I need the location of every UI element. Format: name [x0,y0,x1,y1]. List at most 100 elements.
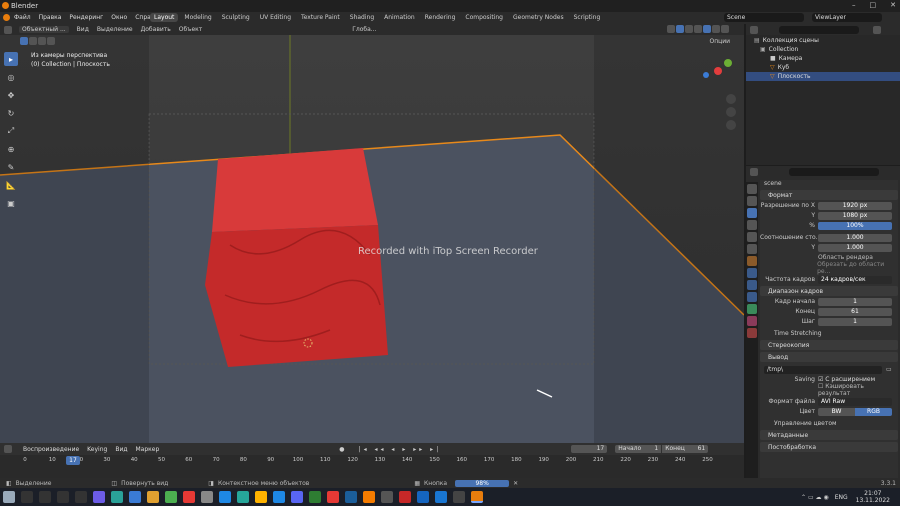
3d-viewport[interactable]: Из камеры перспектива (0) Collection | П… [0,35,744,443]
color-management-subpanel[interactable]: Управление цветом [760,419,898,428]
edge-icon[interactable] [111,491,123,503]
bw-button[interactable]: BW [818,407,855,416]
app-icon[interactable] [201,491,213,503]
tab-rendering[interactable]: Rendering [421,13,460,22]
zoom-icon[interactable] [726,94,736,104]
aspect-y-field[interactable]: 1.000 [818,243,892,252]
menu-window[interactable]: Окно [111,14,127,21]
timeline-view-menu[interactable]: Вид [115,446,127,453]
yandex-browser-icon[interactable] [327,491,339,503]
overlay-icon[interactable] [666,24,675,33]
rendered-icon[interactable] [720,24,729,33]
menu-render[interactable]: Рендеринг [69,14,103,21]
playhead[interactable]: 17 [66,456,80,465]
select-tool-icon[interactable]: ▸ [4,52,18,66]
object-tab-icon[interactable] [747,256,757,266]
particles-tab-icon[interactable] [747,280,757,290]
camera-view-icon[interactable] [726,120,736,130]
physics-tab-icon[interactable] [747,292,757,302]
record-icon[interactable]: ● [339,446,344,453]
menu-add[interactable]: Добавить [141,26,171,33]
steam-icon[interactable] [345,491,357,503]
crop-region-row[interactable]: Обрезать до области ре... [760,261,898,275]
playback-menu[interactable]: Воспроизведение [23,446,79,453]
viewlayer-selector[interactable]: ViewLayer [812,13,882,22]
app-icon[interactable] [363,491,375,503]
outliner-item-cube[interactable]: ▽ Куб [746,63,900,72]
maximize-icon[interactable]: □ [870,1,877,9]
select-extend-icon[interactable] [29,37,37,45]
frame-start-field[interactable]: 1 [818,297,892,306]
modifier-tab-icon[interactable] [747,268,757,278]
gizmo-x-icon[interactable] [714,67,722,75]
properties-type-icon[interactable] [750,168,758,176]
metadata-section[interactable]: Метаданные [760,430,898,440]
outliner-search[interactable] [779,25,859,34]
cursor-tool-icon[interactable]: ◎ [4,70,18,84]
tab-scripting[interactable]: Scripting [570,13,605,22]
app-icon[interactable] [399,491,411,503]
xray-icon[interactable] [684,24,693,33]
outliner-collection[interactable]: ▣ Collection [746,45,900,54]
select-invert-icon[interactable] [47,37,55,45]
select-mode-icon[interactable] [20,37,28,45]
yandex-icon[interactable] [183,491,195,503]
tab-modeling[interactable]: Modeling [180,13,215,22]
properties-search[interactable] [789,168,879,176]
playback-controls[interactable]: |◂ ◂◂ ◂ ▸ ▸▸ ▸| [359,446,442,453]
frame-range-section[interactable]: Диапазон кадров [760,286,898,296]
view-layer-tab-icon[interactable] [747,220,757,230]
menu-select[interactable]: Выделение [97,26,133,33]
fps-dropdown[interactable]: 24 кадров/сек [818,275,892,284]
chrome-icon[interactable] [165,491,177,503]
outliner-root[interactable]: ▤ Коллекция сцены [746,36,900,45]
frame-ruler[interactable]: 0102030405060708090100110120130140150160… [14,456,744,466]
folder-icon[interactable]: ▭ [886,366,892,373]
tab-shading[interactable]: Shading [346,13,378,22]
select-subtract-icon[interactable] [38,37,46,45]
menu-edit[interactable]: Правка [39,14,62,21]
output-tab-icon[interactable] [747,208,757,218]
close-icon[interactable]: ✕ [890,1,896,9]
tab-compositing[interactable]: Compositing [461,13,507,22]
word-icon[interactable] [435,491,447,503]
frame-end-field[interactable]: 61 [818,307,892,316]
app-icon[interactable] [381,491,393,503]
measure-tool-icon[interactable]: 📐 [4,178,18,192]
menu-object[interactable]: Объект [179,26,202,33]
minimize-icon[interactable]: – [852,1,856,9]
search-icon[interactable] [21,491,33,503]
annotate-tool-icon[interactable]: ✎ [4,160,18,174]
file-format-dropdown[interactable]: AVI Raw [818,397,892,406]
widgets-icon[interactable] [75,491,87,503]
gizmo-y-icon[interactable] [724,59,732,67]
outliner-item-plane[interactable]: ▽ Плоскость [746,72,900,81]
step-field[interactable]: 1 [818,317,892,326]
timeline-type-icon[interactable] [4,445,12,453]
cache-result-checkbox[interactable]: ☐ Кэшировать результат [818,383,898,397]
transform-tool-icon[interactable]: ⊕ [4,142,18,156]
output-section[interactable]: Вывод [760,352,898,362]
tab-animation[interactable]: Animation [380,13,419,22]
gizmo-icon[interactable] [675,24,684,33]
filter-icon[interactable] [873,25,881,34]
res-y-field[interactable]: 1080 px [818,211,892,220]
material-icon[interactable] [711,24,720,33]
blender-taskbar-icon[interactable] [471,491,483,503]
render-tab-icon[interactable] [747,196,757,206]
solid-icon[interactable] [702,24,711,33]
add-cube-tool-icon[interactable]: ▣ [4,196,18,210]
outliner-item-camera[interactable]: ■ Камера [746,54,900,63]
current-frame-field[interactable]: 17 [571,445,608,453]
world-tab-icon[interactable] [747,244,757,254]
move-tool-icon[interactable]: ✥ [4,88,18,102]
wireframe-icon[interactable] [693,24,702,33]
keying-menu[interactable]: Keying [87,446,107,453]
stereoscopy-section[interactable]: Стереокопия [760,340,898,350]
windows-start-icon[interactable] [3,491,15,503]
material-tab-icon[interactable] [747,316,757,326]
cancel-render-icon[interactable]: ✕ [513,480,518,487]
marker-menu[interactable]: Маркер [136,446,160,453]
input-language[interactable]: ENG [835,494,848,501]
rotate-tool-icon[interactable]: ↻ [4,106,18,120]
